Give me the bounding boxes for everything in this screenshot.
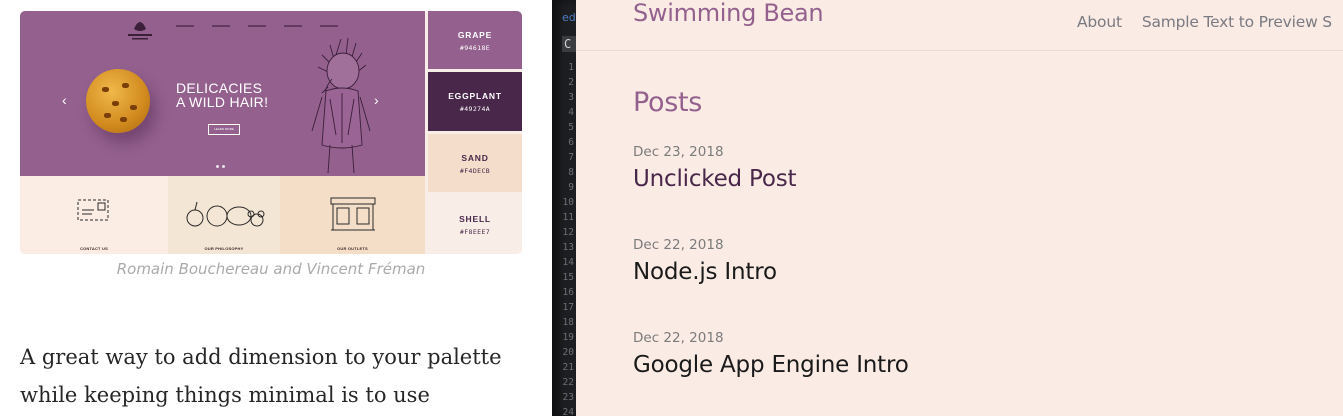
- swatch-name: SAND: [461, 153, 489, 163]
- hero-nav-item[interactable]: [320, 25, 338, 27]
- line-number: 11: [562, 212, 574, 223]
- swatch-shell: SHELL #F8EEE7: [428, 195, 522, 254]
- line-number: 6: [568, 137, 574, 148]
- posts-heading: Posts: [633, 87, 703, 118]
- line-number: 13: [562, 242, 574, 253]
- brand-logo: [128, 22, 152, 40]
- tile-contact[interactable]: CONTACT US: [20, 176, 168, 254]
- swatch-sand: SAND #F4DECB: [428, 134, 522, 192]
- site-title[interactable]: Swimming Bean: [633, 0, 824, 27]
- figure-caption: Romain Bouchereau and Vincent Fréman: [116, 260, 426, 278]
- swatch-eggplant: EGGPLANT #49274A: [428, 72, 522, 131]
- palette-figure: ‹ › DELICACIES A WILD HAIR! LEARN MORE C…: [20, 11, 522, 254]
- article-pane: ‹ › DELICACIES A WILD HAIR! LEARN MORE C…: [0, 0, 552, 416]
- cookie-image: [86, 69, 150, 133]
- post-item: Dec 22, 2018 Node.js Intro: [633, 237, 777, 285]
- line-number: 17: [562, 302, 574, 313]
- line-number: 16: [562, 287, 574, 298]
- carousel-dots: [216, 165, 228, 168]
- line-number: 22: [562, 377, 574, 388]
- nav-sample-text[interactable]: Sample Text to Preview S: [1142, 13, 1332, 31]
- post-link[interactable]: Node.js Intro: [633, 259, 777, 285]
- feature-tiles: CONTACT US OUR PHILOSOPHY OUR OUTLETS: [20, 176, 425, 254]
- nav-about[interactable]: About: [1077, 13, 1122, 31]
- swatch-name: SHELL: [459, 214, 491, 224]
- swatch-hex: #49274A: [459, 105, 491, 113]
- code-editor-strip: ed C 1 2 3 4 5 6 7 8 9 10 11 12 13 14 15 16 17 18 19 20 21 22…: [552, 0, 576, 416]
- line-number: 20: [562, 347, 574, 358]
- line-number: 10: [562, 197, 574, 208]
- line-number: 14: [562, 257, 574, 268]
- storefront-icon: [330, 197, 375, 231]
- line-number: 2: [568, 77, 574, 88]
- learn-more-button[interactable]: LEARN MORE: [208, 124, 240, 135]
- line-number: 19: [562, 332, 574, 343]
- post-link[interactable]: Unclicked Post: [633, 166, 797, 192]
- hero-nav-item[interactable]: [212, 25, 230, 27]
- hero-nav-item[interactable]: [248, 25, 266, 27]
- swatch-name: GRAPE: [457, 30, 493, 40]
- tile-philosophy[interactable]: OUR PHILOSOPHY: [168, 176, 280, 254]
- line-number: 23: [562, 392, 574, 403]
- line-number: 7: [568, 152, 574, 163]
- porcupine-illustration: [311, 37, 371, 174]
- hero-nav-item[interactable]: [284, 25, 302, 27]
- carousel-prev-icon[interactable]: ‹: [62, 93, 67, 107]
- post-date: Dec 23, 2018: [633, 144, 724, 160]
- line-number: 3: [568, 92, 574, 103]
- editor-toolbar-icon[interactable]: C: [562, 36, 576, 52]
- line-number: 5: [568, 122, 574, 133]
- post-date: Dec 22, 2018: [633, 237, 724, 253]
- line-number: 4: [568, 107, 574, 118]
- post-item: Dec 22, 2018 Google App Engine Intro: [633, 330, 909, 378]
- hero-nav: [176, 25, 338, 27]
- swatch-name: EGGPLANT: [448, 91, 502, 101]
- site-nav: About Sample Text to Preview S: [1077, 13, 1332, 31]
- line-number: 15: [562, 272, 574, 283]
- site-header: Swimming Bean About Sample Text to Previ…: [576, 0, 1343, 51]
- blog-page: Swimming Bean About Sample Text to Previ…: [576, 0, 1343, 416]
- swatch-hex: #F4DECB: [459, 167, 491, 175]
- line-number: 9: [568, 182, 574, 193]
- line-number: 24: [562, 407, 574, 416]
- post-date: Dec 22, 2018: [633, 330, 724, 346]
- tile-label: OUR PHILOSOPHY: [204, 246, 244, 251]
- line-number: 8: [568, 167, 574, 178]
- line-number: 18: [562, 317, 574, 328]
- line-number: 12: [562, 227, 574, 238]
- hero-headline: DELICACIES A WILD HAIR!: [176, 80, 269, 110]
- hero-nav-item[interactable]: [176, 25, 194, 27]
- editor-tab[interactable]: ed: [562, 11, 576, 24]
- swatch-hex: #94618E: [459, 44, 491, 52]
- envelope-icon: [77, 199, 109, 221]
- post-link[interactable]: Google App Engine Intro: [633, 352, 909, 378]
- tile-label: CONTACT US: [80, 246, 108, 251]
- fruit-illustration-icon: [186, 201, 265, 227]
- line-number: 21: [562, 362, 574, 373]
- swatch-hex: #F8EEE7: [459, 228, 491, 236]
- line-number: 1: [568, 62, 574, 73]
- carousel-dot[interactable]: [216, 165, 219, 168]
- post-item: Dec 23, 2018 Unclicked Post: [633, 144, 797, 192]
- tile-label: OUR OUTLETS: [337, 246, 368, 251]
- hero-banner: ‹ › DELICACIES A WILD HAIR! LEARN MORE: [20, 11, 425, 176]
- tile-outlets[interactable]: OUR OUTLETS: [280, 176, 425, 254]
- carousel-dot[interactable]: [222, 165, 225, 168]
- swatch-grape: GRAPE #94618E: [428, 11, 522, 69]
- article-paragraph: A great way to add dimension to your pal…: [20, 345, 502, 407]
